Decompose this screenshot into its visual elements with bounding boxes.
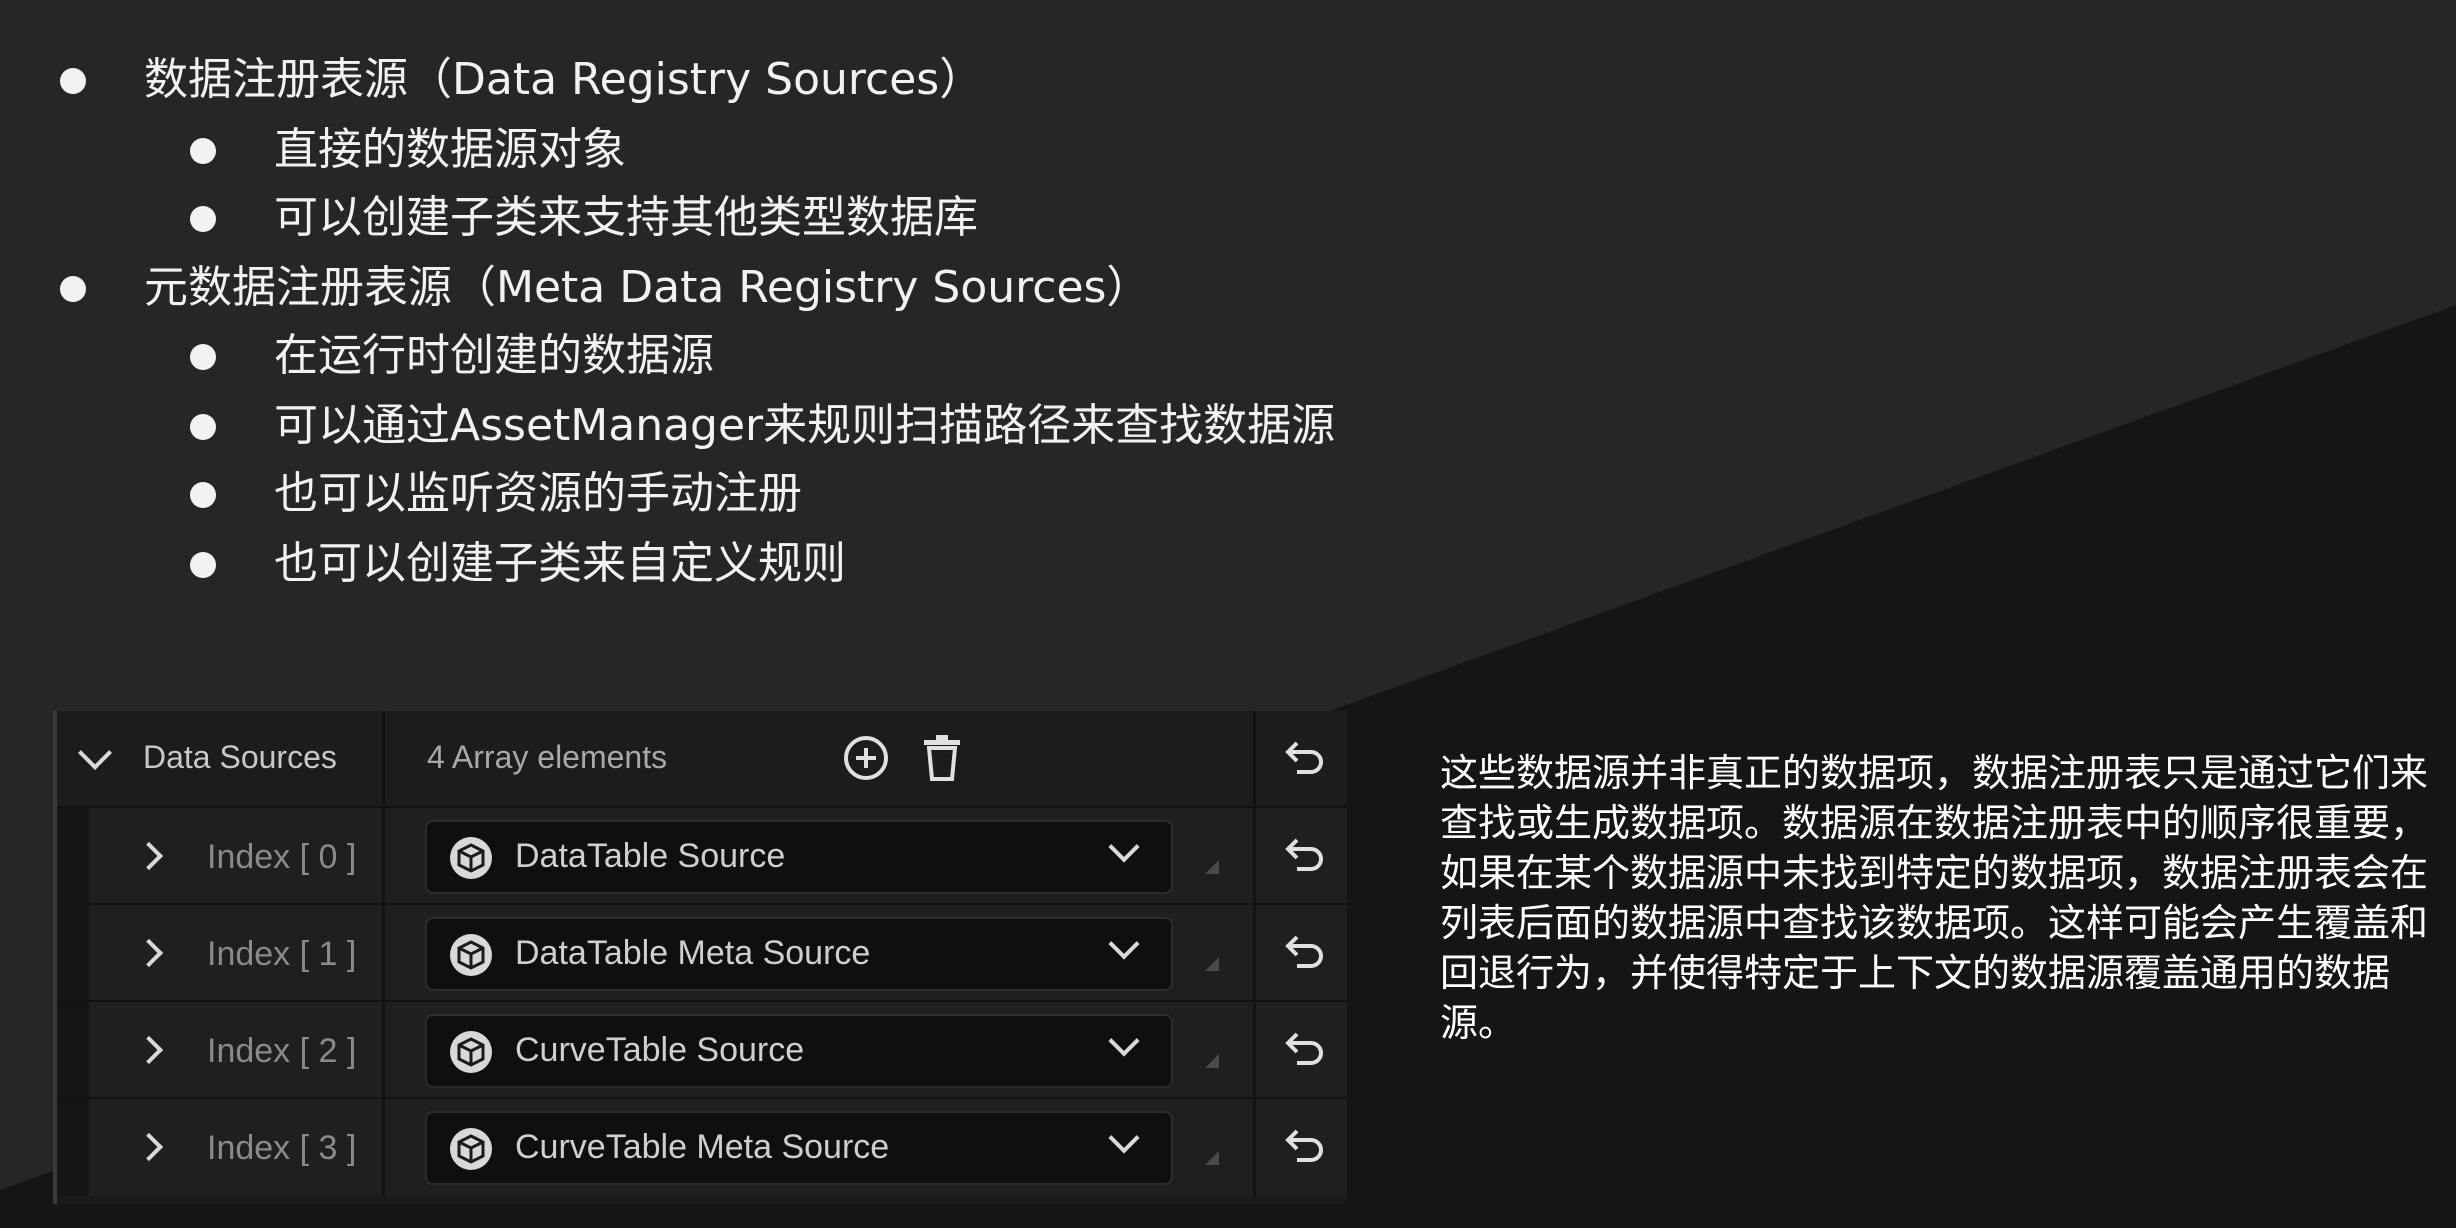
reset-arrow-icon[interactable] bbox=[1283, 1026, 1327, 1070]
array-element-row: Index [ 2 ] CurveTable Source bbox=[57, 1002, 1347, 1099]
chevron-right-icon[interactable] bbox=[134, 938, 164, 968]
array-property-label: Data Sources bbox=[143, 739, 337, 775]
chevron-down-icon[interactable] bbox=[78, 736, 112, 770]
dropdown-value: DataTable Meta Source bbox=[515, 934, 871, 972]
bullet-item: 可以创建子类来支持其他类型数据库 bbox=[190, 190, 978, 246]
array-element-row: Index [ 3 ] CurveTable Meta Source bbox=[57, 1099, 1347, 1196]
bullet-dot bbox=[190, 414, 216, 440]
resize-grip-icon[interactable] bbox=[1205, 1054, 1219, 1068]
chevron-down-icon[interactable] bbox=[1108, 1122, 1140, 1154]
dropdown-value: CurveTable Source bbox=[515, 1031, 805, 1069]
resize-grip-icon[interactable] bbox=[1205, 860, 1219, 874]
bullet-text: 数据注册表源（Data Registry Sources） bbox=[144, 54, 984, 105]
cube-icon bbox=[450, 1031, 492, 1073]
indent-bar bbox=[57, 1002, 89, 1099]
bullet-item: 数据注册表源（Data Registry Sources） bbox=[60, 52, 984, 108]
bullet-item: 元数据注册表源（Meta Data Registry Sources） bbox=[60, 260, 1151, 316]
chevron-down-icon[interactable] bbox=[1108, 831, 1140, 863]
dropdown-value: CurveTable Meta Source bbox=[515, 1128, 890, 1166]
dropdown-value: DataTable Source bbox=[515, 837, 786, 875]
indent-bar bbox=[57, 808, 89, 905]
column-divider[interactable] bbox=[382, 1002, 385, 1099]
index-label: Index [ 1 ] bbox=[207, 935, 357, 973]
bullet-text: 可以通过AssetManager来规则扫描路径来查找数据源 bbox=[274, 400, 1336, 451]
source-type-dropdown[interactable]: CurveTable Source bbox=[425, 1014, 1173, 1088]
indent-bar bbox=[57, 905, 89, 1002]
cube-icon bbox=[450, 934, 492, 976]
bullet-dot bbox=[60, 68, 86, 94]
bullet-list: 数据注册表源（Data Registry Sources） 直接的数据源对象 可… bbox=[0, 0, 1500, 620]
source-type-dropdown[interactable]: DataTable Source bbox=[425, 820, 1173, 894]
resize-grip-icon[interactable] bbox=[1205, 1151, 1219, 1165]
column-divider[interactable] bbox=[382, 905, 385, 1002]
trash-icon[interactable] bbox=[915, 731, 969, 785]
add-circle-icon[interactable] bbox=[839, 731, 893, 785]
source-type-dropdown[interactable]: CurveTable Meta Source bbox=[425, 1111, 1173, 1185]
bullet-dot bbox=[190, 206, 216, 232]
reset-arrow-icon[interactable] bbox=[1283, 735, 1327, 779]
array-element-row: Index [ 1 ] DataTable Meta Source bbox=[57, 905, 1347, 1002]
reset-arrow-icon[interactable] bbox=[1283, 1123, 1327, 1167]
indent-bar bbox=[57, 1099, 89, 1196]
column-divider[interactable] bbox=[382, 711, 385, 808]
source-type-dropdown[interactable]: DataTable Meta Source bbox=[425, 917, 1173, 991]
column-divider[interactable] bbox=[1253, 905, 1256, 1002]
chevron-right-icon[interactable] bbox=[134, 841, 164, 871]
cube-icon bbox=[450, 837, 492, 879]
column-divider[interactable] bbox=[382, 808, 385, 905]
cube-icon bbox=[450, 1128, 492, 1170]
chevron-down-icon[interactable] bbox=[1108, 928, 1140, 960]
bullet-item: 在运行时创建的数据源 bbox=[190, 328, 714, 384]
bullet-text: 也可以创建子类来自定义规则 bbox=[274, 538, 846, 589]
index-label: Index [ 2 ] bbox=[207, 1032, 357, 1070]
array-element-count: 4 Array elements bbox=[427, 739, 668, 775]
column-divider[interactable] bbox=[1253, 808, 1256, 905]
resize-grip-icon[interactable] bbox=[1205, 957, 1219, 971]
bullet-dot bbox=[190, 552, 216, 578]
column-divider[interactable] bbox=[1253, 1002, 1256, 1099]
bullet-text: 可以创建子类来支持其他类型数据库 bbox=[274, 192, 978, 243]
bullet-text: 也可以监听资源的手动注册 bbox=[274, 468, 802, 519]
array-header-row: Data Sources 4 Array elements bbox=[57, 711, 1347, 808]
bullet-dot bbox=[190, 482, 216, 508]
details-panel: Data Sources 4 Array elements Index [ 0 … bbox=[53, 711, 1347, 1204]
bullet-item: 也可以监听资源的手动注册 bbox=[190, 466, 802, 522]
bullet-item: 可以通过AssetManager来规则扫描路径来查找数据源 bbox=[190, 398, 1336, 454]
bullet-dot bbox=[60, 276, 86, 302]
bullet-dot bbox=[190, 138, 216, 164]
reset-arrow-icon[interactable] bbox=[1283, 832, 1327, 876]
column-divider[interactable] bbox=[382, 1099, 385, 1196]
column-divider[interactable] bbox=[1253, 711, 1256, 808]
chevron-right-icon[interactable] bbox=[134, 1035, 164, 1065]
index-label: Index [ 0 ] bbox=[207, 838, 357, 876]
chevron-down-icon[interactable] bbox=[1108, 1025, 1140, 1057]
array-element-row: Index [ 0 ] DataTable Source bbox=[57, 808, 1347, 905]
index-label: Index [ 3 ] bbox=[207, 1129, 357, 1167]
bullet-text: 直接的数据源对象 bbox=[274, 124, 626, 175]
bullet-text: 元数据注册表源（Meta Data Registry Sources） bbox=[144, 262, 1151, 313]
chevron-right-icon[interactable] bbox=[134, 1132, 164, 1162]
bullet-item: 直接的数据源对象 bbox=[190, 122, 626, 178]
reset-arrow-icon[interactable] bbox=[1283, 929, 1327, 973]
description-paragraph: 这些数据源并非真正的数据项，数据注册表只是通过它们来查找或生成数据项。数据源在数… bbox=[1440, 751, 2429, 1045]
column-divider[interactable] bbox=[1253, 1099, 1256, 1196]
bullet-dot bbox=[190, 344, 216, 370]
bullet-item: 也可以创建子类来自定义规则 bbox=[190, 536, 846, 592]
bullet-text: 在运行时创建的数据源 bbox=[274, 330, 714, 381]
